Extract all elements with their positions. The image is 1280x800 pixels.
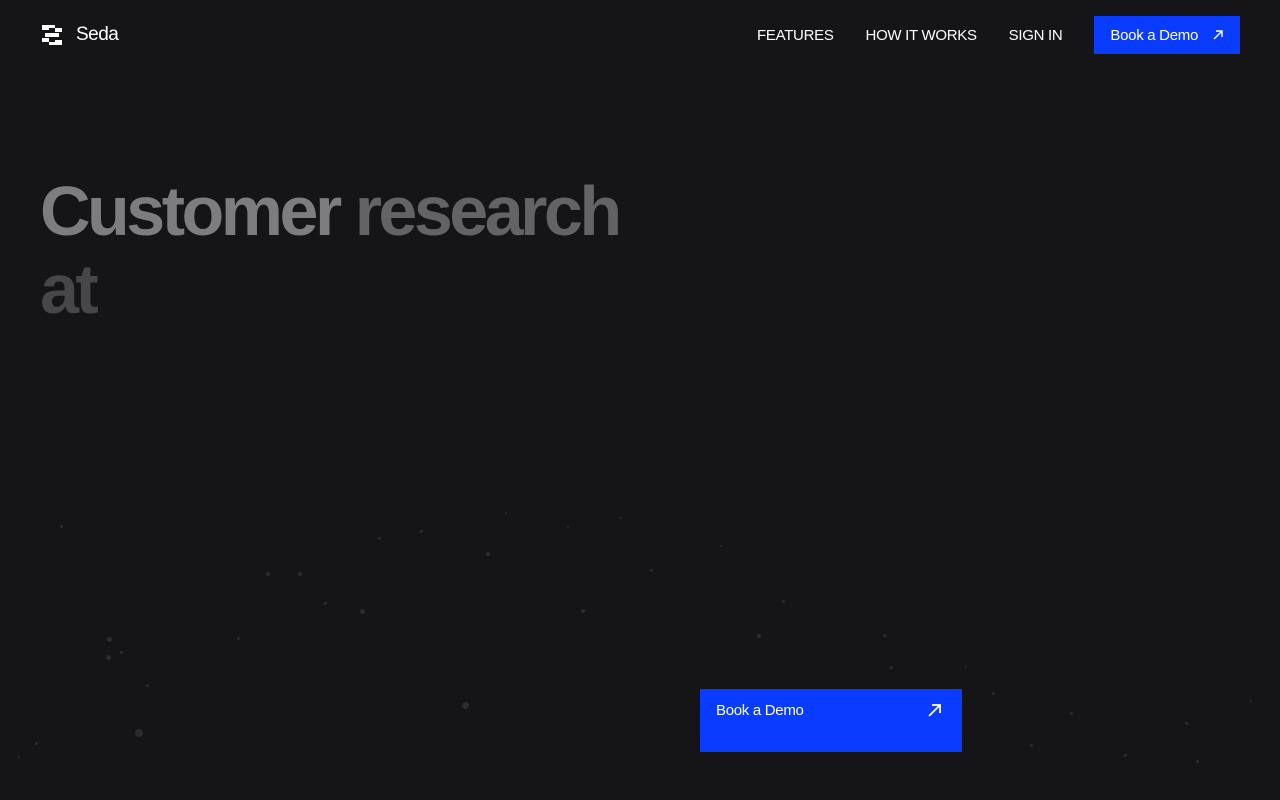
hero-line-2: at bbox=[40, 250, 740, 328]
particle bbox=[965, 666, 967, 668]
seda-logo-icon bbox=[42, 25, 62, 45]
particle bbox=[107, 637, 112, 642]
site-header: Seda FEATURES HOW IT WORKS SIGN IN Book … bbox=[0, 0, 1280, 70]
particle bbox=[266, 572, 270, 576]
particle bbox=[360, 609, 365, 614]
particle bbox=[650, 569, 653, 572]
particle bbox=[135, 729, 143, 737]
hero-book-demo-label: Book a Demo bbox=[716, 702, 804, 719]
hero-line-1: Customer research bbox=[40, 172, 740, 250]
brand-logo[interactable]: Seda bbox=[42, 24, 119, 46]
particle bbox=[883, 634, 886, 637]
particle bbox=[462, 702, 469, 709]
particle bbox=[378, 537, 381, 540]
hero-word-research: research bbox=[354, 172, 622, 250]
particle bbox=[486, 552, 490, 556]
particle bbox=[1196, 760, 1199, 763]
hero-word-customer: Customer bbox=[40, 172, 342, 250]
arrow-up-right-icon bbox=[928, 704, 941, 717]
nav-link-how-it-works[interactable]: HOW IT WORKS bbox=[866, 27, 977, 44]
particle bbox=[120, 651, 123, 654]
main-nav: FEATURES HOW IT WORKS SIGN IN Book a Dem… bbox=[757, 16, 1240, 54]
particle bbox=[1185, 722, 1188, 725]
particle bbox=[782, 600, 785, 603]
particle bbox=[1250, 700, 1252, 702]
particle bbox=[992, 692, 995, 695]
particle bbox=[60, 525, 63, 528]
book-demo-button[interactable]: Book a Demo bbox=[1094, 16, 1240, 54]
particle bbox=[581, 609, 585, 613]
particle bbox=[35, 742, 38, 745]
nav-link-features[interactable]: FEATURES bbox=[757, 27, 834, 44]
hero-heading: Customer research at bbox=[40, 172, 740, 328]
nav-link-sign-in[interactable]: SIGN IN bbox=[1009, 27, 1063, 44]
particle bbox=[1124, 754, 1127, 757]
hero-book-demo-button[interactable]: Book a Demo bbox=[700, 689, 962, 752]
particle bbox=[106, 655, 111, 660]
particle bbox=[324, 602, 327, 605]
particle bbox=[567, 526, 569, 528]
hero-word-at: at bbox=[40, 250, 99, 328]
particle bbox=[757, 634, 761, 638]
particle bbox=[420, 530, 423, 533]
particle bbox=[505, 512, 507, 514]
particle-background bbox=[0, 0, 1280, 800]
particle bbox=[1030, 744, 1033, 747]
particle bbox=[1070, 712, 1073, 715]
particle bbox=[890, 666, 893, 669]
particle bbox=[298, 572, 302, 576]
arrow-up-right-icon bbox=[1213, 30, 1223, 40]
landing-page: Seda FEATURES HOW IT WORKS SIGN IN Book … bbox=[0, 0, 1280, 800]
particle bbox=[18, 756, 20, 758]
particle bbox=[237, 637, 240, 640]
book-demo-label: Book a Demo bbox=[1110, 26, 1198, 44]
brand-name: Seda bbox=[76, 24, 119, 45]
particle bbox=[620, 517, 622, 519]
particle bbox=[720, 545, 722, 547]
particle bbox=[146, 684, 149, 687]
